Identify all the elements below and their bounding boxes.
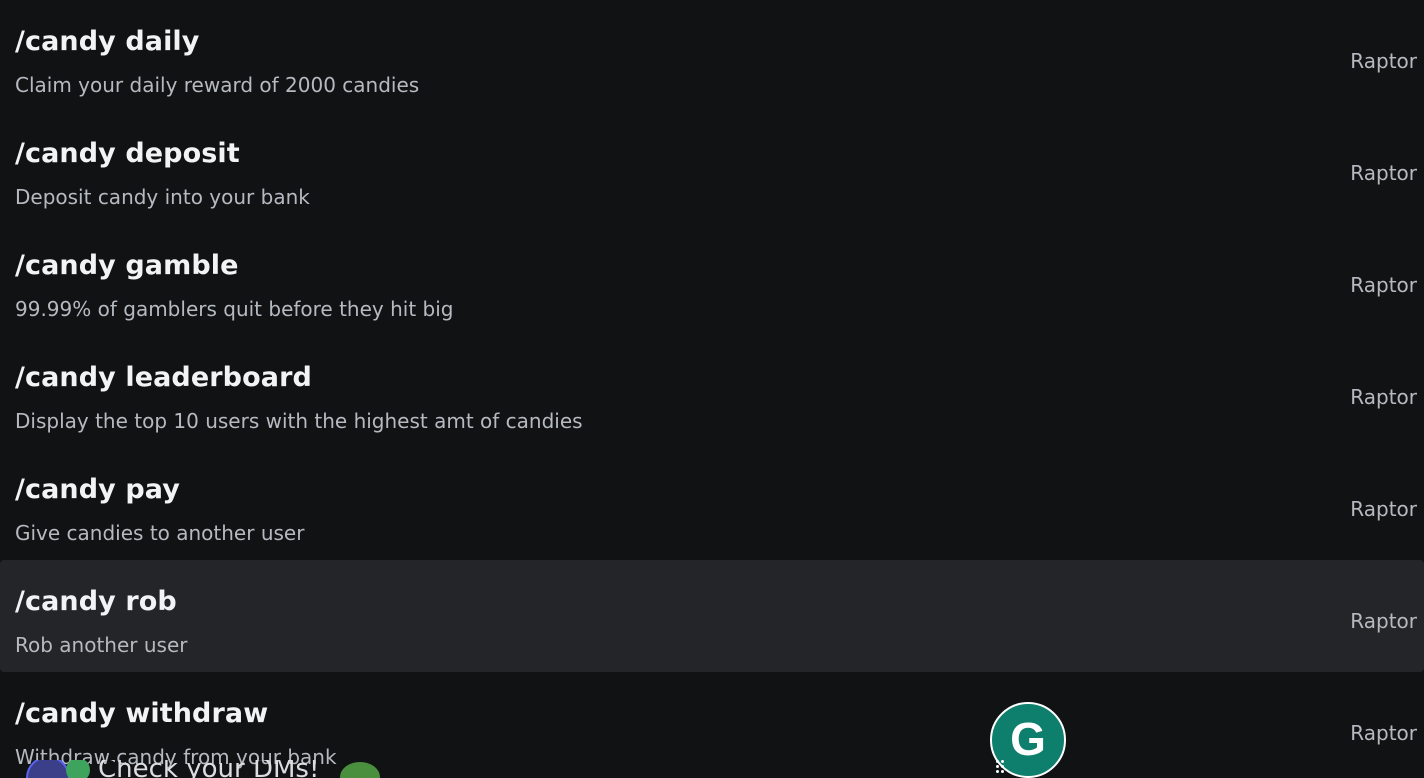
drag-handle-icon[interactable] <box>996 760 1006 774</box>
command-list: /candy daily Claim your daily reward of … <box>0 0 1424 778</box>
command-name: /candy gamble <box>15 250 239 281</box>
command-item-candy-deposit[interactable]: /candy deposit Deposit candy into your b… <box>0 112 1424 224</box>
command-description: Claim your daily reward of 2000 candies <box>15 73 420 97</box>
command-name: /candy pay <box>15 474 180 505</box>
command-description: Display the top 10 users with the highes… <box>15 409 583 433</box>
frog-emoji-icon <box>340 762 380 778</box>
command-item-candy-daily[interactable]: /candy daily Claim your daily reward of … <box>0 0 1424 112</box>
command-autocomplete-popup: /candy daily Claim your daily reward of … <box>0 0 1424 778</box>
background-message-strip: Check your DMs! <box>0 760 1424 778</box>
command-name: /candy daily <box>15 26 200 57</box>
command-description: Give candies to another user <box>15 521 305 545</box>
command-name: /candy deposit <box>15 138 240 169</box>
command-source-app: Raptor <box>1350 721 1417 745</box>
command-name: /candy leaderboard <box>15 362 312 393</box>
command-source-app: Raptor <box>1350 385 1417 409</box>
command-item-candy-pay[interactable]: /candy pay Give candies to another user … <box>0 448 1424 560</box>
avatar <box>26 760 70 778</box>
command-source-app: Raptor <box>1350 273 1417 297</box>
grammarly-icon: G <box>1010 713 1046 765</box>
command-description: Rob another user <box>15 633 188 657</box>
background-message-text: Check your DMs! <box>98 760 320 778</box>
command-item-candy-leaderboard[interactable]: /candy leaderboard Display the top 10 us… <box>0 336 1424 448</box>
command-source-app: Raptor <box>1350 497 1417 521</box>
command-source-app: Raptor <box>1350 49 1417 73</box>
command-name: /candy withdraw <box>15 698 269 729</box>
command-name: /candy rob <box>15 586 177 617</box>
command-description: Deposit candy into your bank <box>15 185 310 209</box>
emoji-icon <box>66 760 90 778</box>
command-description: 99.99% of gamblers quit before they hit … <box>15 297 454 321</box>
command-item-candy-gamble[interactable]: /candy gamble 99.99% of gamblers quit be… <box>0 224 1424 336</box>
command-source-app: Raptor <box>1350 609 1417 633</box>
command-source-app: Raptor <box>1350 161 1417 185</box>
command-item-candy-rob[interactable]: /candy rob Rob another user Raptor <box>0 560 1424 672</box>
